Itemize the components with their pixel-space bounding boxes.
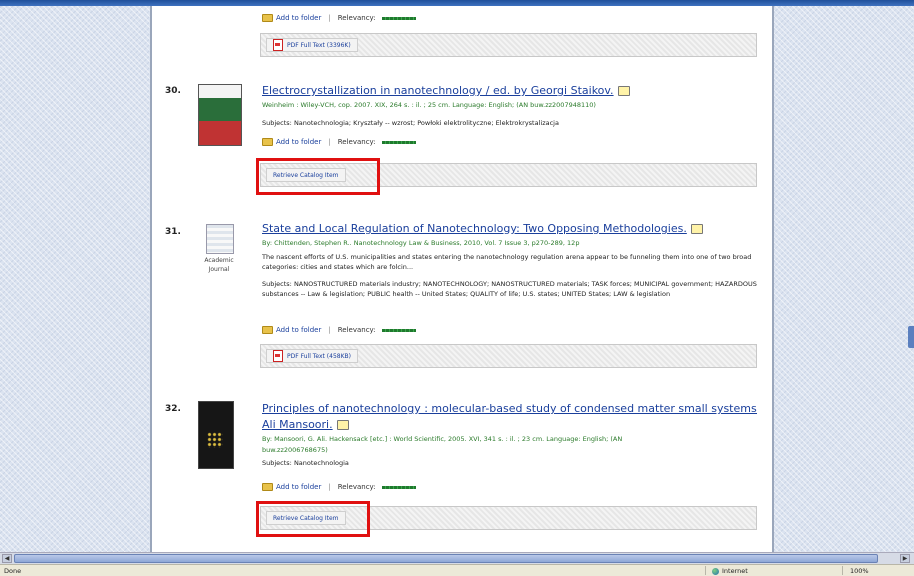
- result-title-link[interactable]: State and Local Regulation of Nanotechno…: [262, 222, 757, 235]
- book-cover-image: [198, 401, 234, 469]
- add-to-folder-row: Add to folder | Relevancy:: [262, 138, 416, 146]
- security-zone-label: Internet: [722, 567, 748, 575]
- relevancy-label: Relevancy:: [337, 326, 376, 334]
- status-text: Done: [4, 567, 22, 575]
- fulltext-bar: PDF Full Text (3396K): [260, 33, 757, 57]
- security-zone[interactable]: Internet: [712, 567, 748, 575]
- pdf-full-text-button[interactable]: PDF Full Text (3396K): [266, 38, 358, 52]
- highlight-box: [256, 501, 370, 537]
- result-meta: Weinheim : Wiley-VCH, cop. 2007. XIX, 26…: [262, 101, 596, 109]
- status-divider: [842, 566, 843, 575]
- scroll-right-arrow-icon[interactable]: ▶: [900, 554, 910, 563]
- results-list: Add to folder | Relevancy: PDF Full Text…: [152, 6, 772, 552]
- scroll-left-arrow-icon[interactable]: ◀: [2, 554, 12, 563]
- fulltext-bar: PDF Full Text (458KB): [260, 344, 757, 368]
- zoom-level[interactable]: 100%: [850, 567, 869, 575]
- lock-icon: [617, 86, 630, 96]
- result-title-link[interactable]: Electrocrystallization in nanotechnology…: [262, 84, 757, 97]
- result-abstract: The nascent efforts of U.S. municipaliti…: [262, 253, 752, 271]
- publication-type-thumbnail[interactable]: Academic Journal: [198, 224, 240, 274]
- result-number: 32.: [165, 404, 181, 414]
- relevancy-bar: [381, 140, 416, 144]
- relevancy-bar: [381, 485, 416, 489]
- scrollbar-thumb[interactable]: [14, 554, 878, 563]
- add-to-folder-link[interactable]: Add to folder: [276, 138, 321, 146]
- book-cover-thumbnail[interactable]: [198, 84, 242, 146]
- highlight-box: [256, 158, 380, 195]
- relevancy-label: Relevancy:: [337, 138, 376, 146]
- pdf-icon: [273, 39, 283, 51]
- pdf-full-text-label: PDF Full Text (458KB): [287, 352, 351, 360]
- result-title-link-continued[interactable]: Ali Mansoori.: [262, 418, 757, 431]
- result-subjects: Subjects: Nanotechnologia; Kryształy -- …: [262, 119, 559, 127]
- result-meta-continued: buw.zz2006768675): [262, 446, 328, 454]
- lock-icon: [336, 420, 349, 430]
- folder-icon: [262, 14, 273, 22]
- result-title-text: State and Local Regulation of Nanotechno…: [262, 222, 687, 235]
- folder-icon: [262, 483, 273, 491]
- add-to-folder-row: Add to folder | Relevancy:: [262, 14, 416, 22]
- pdf-icon: [273, 350, 283, 362]
- lock-icon: [690, 224, 703, 234]
- add-to-folder-link[interactable]: Add to folder: [276, 14, 321, 22]
- status-divider: [705, 566, 706, 575]
- result-meta: By: Mansoori, G. Ali. Hackensack [etc.] …: [262, 435, 623, 443]
- separator: |: [328, 483, 331, 491]
- publication-type-label: Academic Journal: [204, 257, 234, 273]
- side-panel-tab[interactable]: [908, 326, 914, 348]
- horizontal-scrollbar[interactable]: ◀ ▶: [0, 552, 914, 564]
- globe-icon: [712, 567, 719, 575]
- relevancy-label: Relevancy:: [337, 483, 376, 491]
- pdf-full-text-button[interactable]: PDF Full Text (458KB): [266, 349, 358, 363]
- add-to-folder-row: Add to folder | Relevancy:: [262, 326, 416, 334]
- academic-journal-icon: [206, 224, 234, 254]
- separator: |: [328, 326, 331, 334]
- relevancy-bar: [381, 328, 416, 332]
- folder-icon: [262, 326, 273, 334]
- book-cover-thumbnail[interactable]: [198, 401, 234, 469]
- separator: |: [328, 14, 331, 22]
- browser-status-bar: Done Internet 100%: [0, 564, 914, 576]
- relevancy-bar: [381, 16, 416, 20]
- result-subjects: Subjects: Nanotechnologia: [262, 459, 349, 467]
- add-to-folder-link[interactable]: Add to folder: [276, 326, 321, 334]
- result-number: 30.: [165, 86, 181, 96]
- result-subjects: Subjects: NANOSTRUCTURED materials indus…: [262, 280, 757, 298]
- result-title-text: Electrocrystallization in nanotechnology…: [262, 84, 614, 97]
- content-border-right: [772, 6, 774, 552]
- page-background-left: [0, 6, 152, 552]
- add-to-folder-link[interactable]: Add to folder: [276, 483, 321, 491]
- pdf-full-text-label: PDF Full Text (3396K): [287, 41, 351, 49]
- folder-icon: [262, 138, 273, 146]
- result-title-text: Ali Mansoori.: [262, 418, 333, 431]
- result-number: 31.: [165, 227, 181, 237]
- relevancy-label: Relevancy:: [337, 14, 376, 22]
- result-title-link[interactable]: Principles of nanotechnology : molecular…: [262, 402, 757, 415]
- book-cover-image: [198, 84, 242, 146]
- separator: |: [328, 138, 331, 146]
- add-to-folder-row: Add to folder | Relevancy:: [262, 483, 416, 491]
- result-meta: By: Chittenden, Stephen R.. Nanotechnolo…: [262, 239, 580, 247]
- page-background-right: [772, 6, 914, 552]
